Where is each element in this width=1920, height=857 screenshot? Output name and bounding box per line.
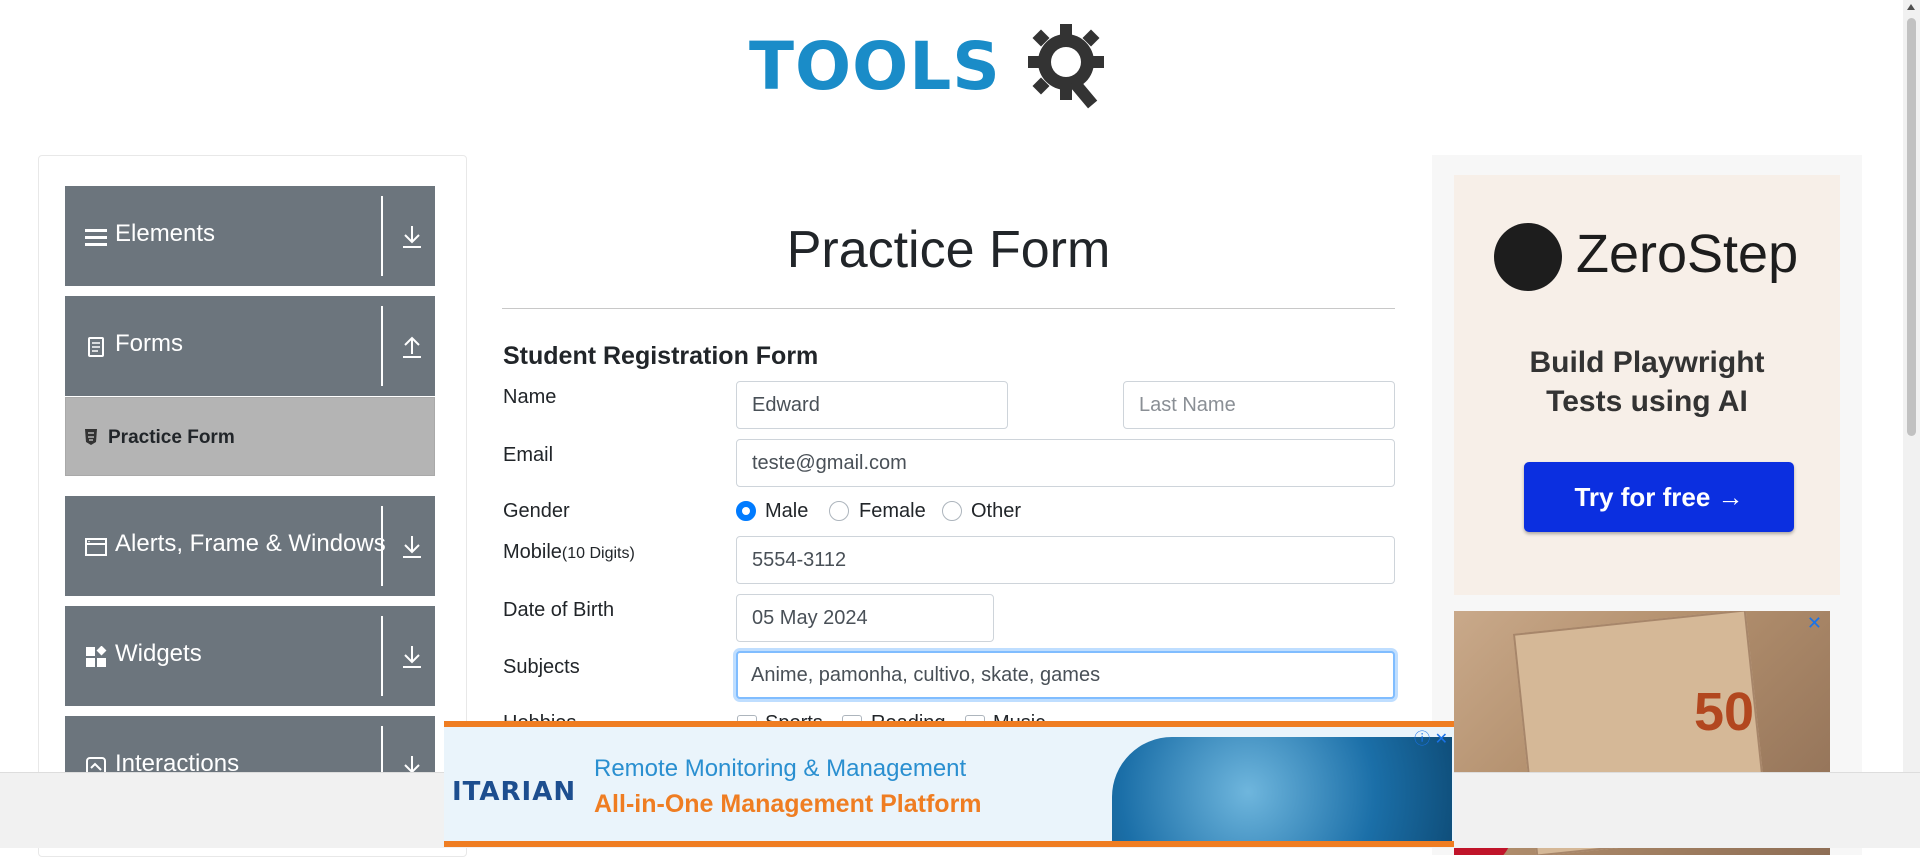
sidebar-group-widgets[interactable]: Widgets <box>65 606 435 706</box>
email-label: Email <box>503 444 554 466</box>
gear-magnifier-icon <box>1028 24 1104 109</box>
subjects-label: Subjects <box>503 656 580 678</box>
scrollbar-thumb[interactable] <box>1907 18 1916 436</box>
download-arrow-icon <box>403 536 421 558</box>
name-label: Name <box>503 386 557 408</box>
sidebar-group-label: Alerts, Frame & Windows <box>115 530 386 557</box>
sidebar-item-practice-form[interactable]: Practice Form <box>65 397 435 476</box>
first-name-input[interactable]: Edward <box>736 381 1008 429</box>
hamburger-icon <box>85 229 107 246</box>
banknote-value: 50 <box>1694 682 1755 742</box>
widgets-icon <box>86 646 107 667</box>
ad-banner-bottom[interactable]: ITARIAN Remote Monitoring & Management A… <box>444 721 1454 847</box>
try-for-free-button[interactable]: Try for free → <box>1524 462 1794 532</box>
gender-other-radio[interactable] <box>942 501 962 521</box>
divider <box>381 196 383 276</box>
ad-info-close-icon[interactable]: ⓘ ✕ <box>1414 727 1448 749</box>
logo-text: TOOLS <box>749 28 1001 105</box>
sidebar-group-label: Elements <box>115 220 216 247</box>
close-icon[interactable]: ✕ <box>1807 613 1822 634</box>
page-title: Practice Form <box>786 221 1111 279</box>
ad-tagline: Build Playwright Tests using AI <box>1454 343 1840 421</box>
document-icon <box>88 337 104 357</box>
download-arrow-icon <box>403 226 421 248</box>
dob-label: Date of Birth <box>503 599 615 621</box>
sidebar: Elements Forms Practice Form Alerts, Fra… <box>38 155 467 857</box>
download-arrow-icon <box>403 646 421 668</box>
mobile-hint: (10 Digits) <box>561 545 635 562</box>
mobile-input[interactable]: 5554-3112 <box>736 536 1395 584</box>
gender-female-label[interactable]: Female <box>859 500 926 523</box>
zerostep-ad-card[interactable]: ZeroStep Build Playwright Tests using AI… <box>1454 175 1840 595</box>
sidebar-group-label: Forms <box>115 330 183 357</box>
divider <box>381 616 383 696</box>
sidebar-group-alerts[interactable]: Alerts, Frame & Windows <box>65 496 435 596</box>
ad-line2: All-in-One Management Platform <box>594 790 982 818</box>
dob-input[interactable]: 05 May 2024 <box>736 594 994 642</box>
ad-tagline-line2: Tests using AI <box>1546 385 1748 418</box>
toolsqa-logo[interactable]: TOOLS <box>749 18 1153 116</box>
sidebar-group-label: Widgets <box>115 640 202 667</box>
gender-female-radio[interactable] <box>829 501 849 521</box>
ad-brand-logo: ITARIAN <box>452 777 577 807</box>
zerostep-logo-icon <box>1494 223 1562 291</box>
gender-male-radio[interactable] <box>736 501 756 521</box>
divider <box>381 306 383 386</box>
ad-line1: Remote Monitoring & Management <box>594 755 967 782</box>
sidebar-group-forms[interactable]: Forms <box>65 296 435 396</box>
email-input[interactable]: teste@gmail.com <box>736 439 1395 487</box>
window-icon <box>85 538 107 556</box>
html5-icon <box>85 429 97 445</box>
gender-other-label[interactable]: Other <box>971 500 1021 523</box>
ad-right[interactable]: ZeroStep Build Playwright Tests using AI… <box>1432 155 1862 855</box>
mobile-label: Mobile(10 Digits) <box>503 541 635 564</box>
mobile-label-text: Mobile <box>503 541 562 563</box>
ad-image <box>1112 737 1452 841</box>
scrollbar[interactable] <box>1903 0 1920 772</box>
subjects-input[interactable]: Anime, pamonha, cultivo, skate, games <box>736 651 1395 699</box>
sidebar-group-elements[interactable]: Elements <box>65 186 435 286</box>
form-title: Student Registration Form <box>503 342 819 370</box>
ad-tagline-line1: Build Playwright <box>1529 346 1765 379</box>
divider <box>502 308 1395 309</box>
gender-male-label[interactable]: Male <box>765 500 808 523</box>
scroll-up-icon[interactable] <box>1907 4 1915 10</box>
gender-label: Gender <box>503 500 570 522</box>
sidebar-item-label: Practice Form <box>108 427 235 448</box>
last-name-input[interactable]: Last Name <box>1123 381 1395 429</box>
ad-brand: ZeroStep <box>1576 224 1799 284</box>
upload-arrow-icon <box>403 336 421 358</box>
divider <box>381 506 383 586</box>
